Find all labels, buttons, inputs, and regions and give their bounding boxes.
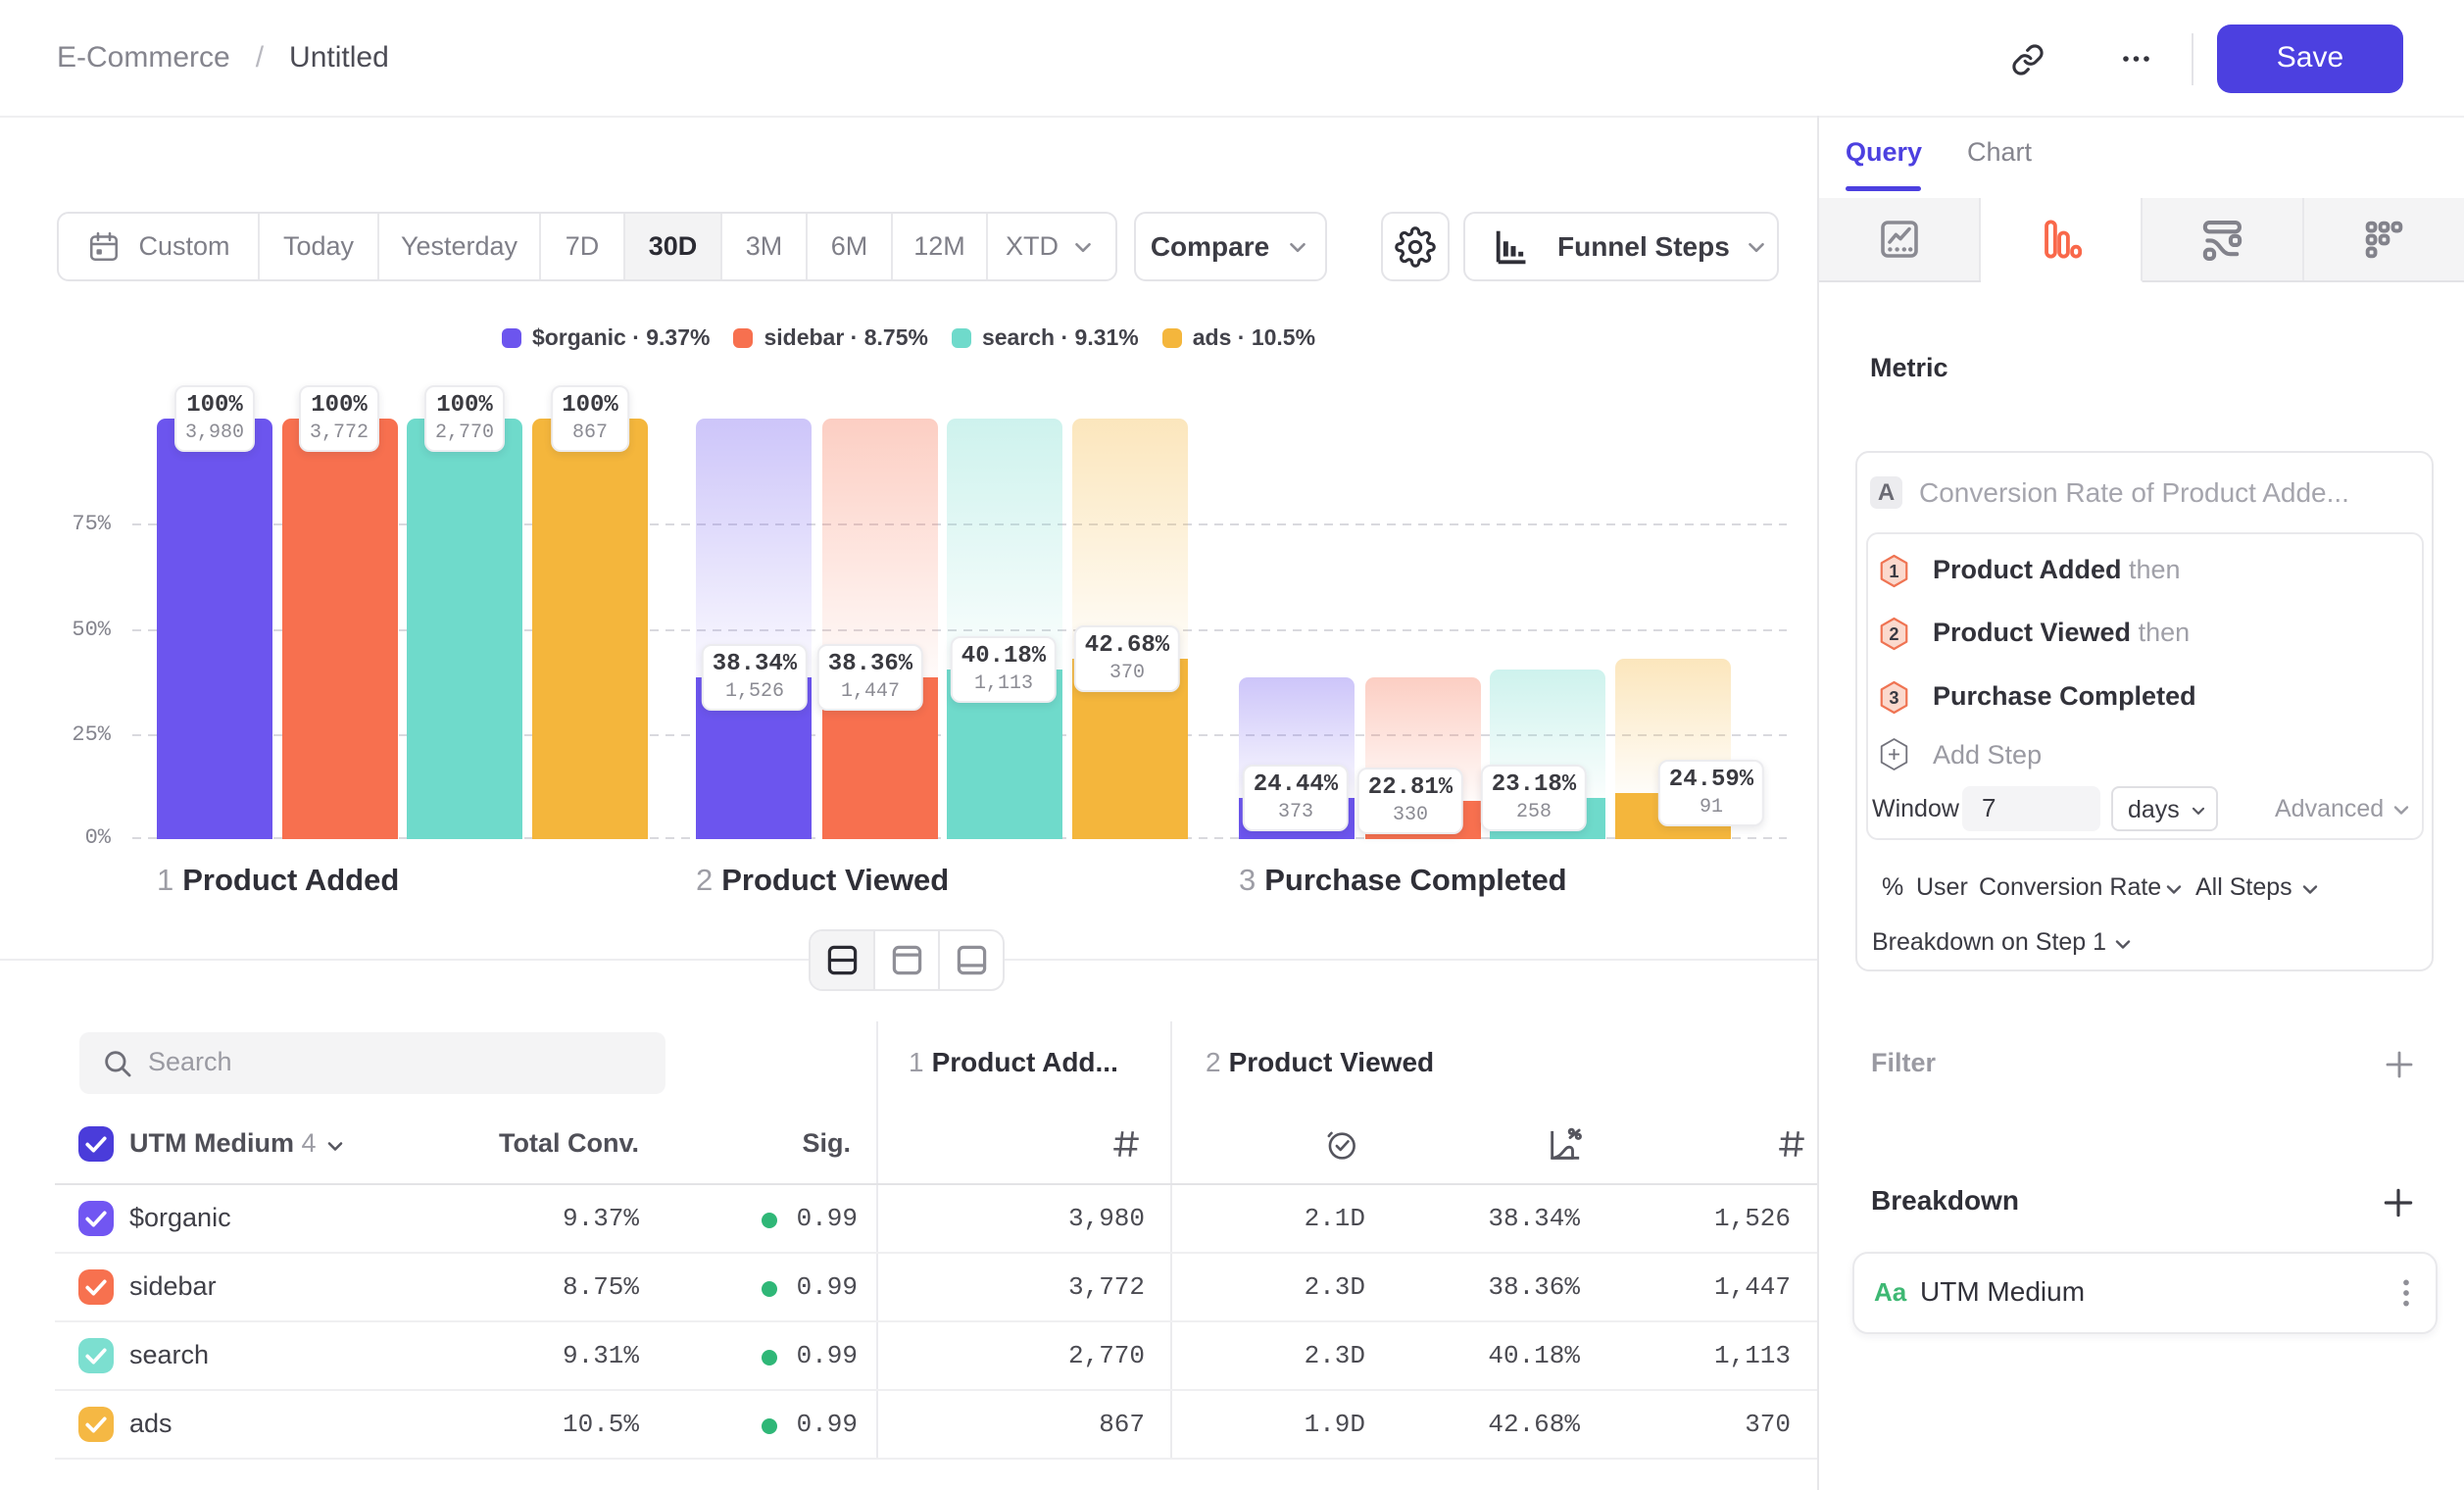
svg-text:3: 3 [1889,687,1898,708]
svg-text:2: 2 [1889,623,1898,644]
svg-text:1: 1 [1889,561,1898,581]
